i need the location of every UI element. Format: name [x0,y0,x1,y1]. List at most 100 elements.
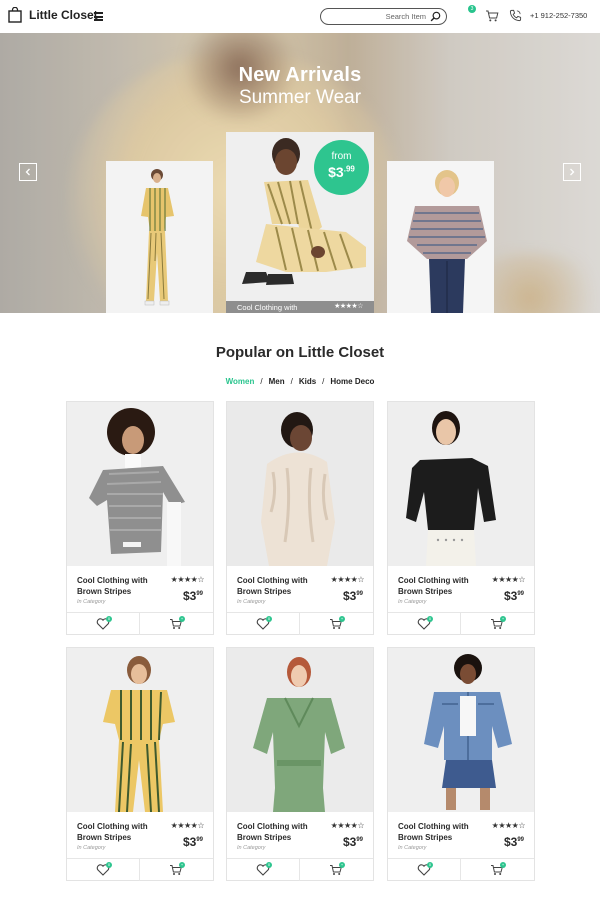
product-name[interactable]: Cool Clothing with Brown Stripes [237,575,317,597]
cart-badge: + [339,862,345,868]
product-photo [67,402,213,566]
price-value: $3.99 [314,164,369,180]
price-main: $3 [503,589,518,603]
product-photo [106,161,213,313]
hero-subtitle: Summer Wear [238,87,362,108]
search-box[interactable] [320,8,447,25]
add-to-wishlist-button[interactable]: 0 [388,613,461,635]
product-name[interactable]: Cool Clothing with Brown Stripes [77,575,157,597]
filter-men[interactable]: Men [269,377,285,386]
product-photo [388,648,534,812]
add-to-cart-button[interactable]: + [140,613,213,635]
product-name[interactable]: Cool Clothing with Brown Stripes [398,821,478,843]
filter-kids[interactable]: Kids [299,377,316,386]
cart-badge: + [179,862,185,868]
add-to-cart-button[interactable]: + [300,859,373,881]
chevron-left-icon [25,168,30,176]
wishlist-badge: 0 [106,862,112,868]
chevron-right-icon [570,168,575,176]
carousel-slide-right[interactable] [387,161,494,313]
product-card[interactable]: Cool Clothing with Brown Stripes In Cate… [387,647,535,881]
product-price: $399 [343,835,363,849]
price-main: $3 [182,835,197,849]
phone-icon[interactable] [509,9,522,22]
product-name[interactable]: Cool Clothing with Brown Stripes [398,575,478,597]
product-photo [387,161,494,313]
price-cents: 99 [356,591,363,597]
product-image[interactable] [227,402,373,566]
price-cents: 99 [196,591,203,597]
carousel-prev-button[interactable] [19,163,37,181]
price-main: $3 [182,589,197,603]
cart-count-badge: 3 [468,5,476,13]
search-icon[interactable] [430,11,441,22]
category-filter: Women / Men / Kids / Home Deco [0,377,600,386]
price-main: $3 [503,835,518,849]
wishlist-badge: 0 [266,862,272,868]
product-photo [67,648,213,812]
product-image[interactable] [67,402,213,566]
product-category: In Category [77,845,106,851]
add-to-wishlist-button[interactable]: 0 [388,859,461,881]
product-card[interactable]: Cool Clothing with Brown Stripes In Cate… [66,401,214,635]
filter-home-deco[interactable]: Home Deco [330,377,374,386]
product-card[interactable]: Cool Clothing with Brown Stripes In Cate… [387,401,535,635]
price-main: $3 [328,164,344,180]
product-price: $399 [183,835,203,849]
filter-separator: / [290,377,293,386]
product-price: $399 [343,589,363,603]
product-category: In Category [398,845,427,851]
logo[interactable]: Little Closet [8,7,98,23]
add-to-cart-button[interactable]: + [140,859,213,881]
card-actions: 0 + [388,858,534,881]
product-card[interactable]: Cool Clothing with Brown Stripes In Cate… [226,401,374,635]
product-card[interactable]: Cool Clothing with Brown Stripes In Cate… [66,647,214,881]
phone-number[interactable]: +1 912-252-7350 [530,11,587,20]
carousel-slide-left[interactable] [106,161,213,313]
cart-icon[interactable] [485,9,499,23]
price-badge: from $3.99 [314,140,369,195]
product-rating-stars: ★★★★☆ [330,821,365,830]
add-to-wishlist-button[interactable]: 0 [227,613,300,635]
add-to-wishlist-button[interactable]: 0 [67,613,140,635]
cart-badge: + [500,862,506,868]
product-price: $399 [504,589,524,603]
price-main: $3 [342,589,357,603]
product-rating-stars: ★★★★☆ [170,575,205,584]
product-photo [388,402,534,566]
add-to-wishlist-button[interactable]: 0 [67,859,140,881]
product-rating-stars: ★★★★☆ [491,575,526,584]
add-to-wishlist-button[interactable]: 0 [227,859,300,881]
shopping-bag-icon [8,7,22,23]
price-cents: 99 [517,837,524,843]
search-input[interactable] [331,10,426,23]
product-rating-stars: ★★★★☆ [330,575,365,584]
product-name[interactable]: Cool Clothing with Brown Stripes [77,821,157,843]
hero-title: New Arrivals [238,64,362,86]
hero-banner: New Arrivals Summer Wear from $3.99 Cool… [0,33,600,313]
section-title: Popular on Little Closet [215,344,385,361]
featured-caption: Cool Clothing with ★★★★☆ [226,301,374,313]
product-category: In Category [237,845,266,851]
price-cents: 99 [356,837,363,843]
product-rating-stars: ★★★★☆ [491,821,526,830]
menu-icon[interactable] [94,12,103,21]
featured-rating-stars: ★★★★☆ [334,303,363,310]
product-name[interactable]: Cool Clothing with Brown Stripes [237,821,317,843]
product-image[interactable] [388,648,534,812]
add-to-cart-button[interactable]: + [461,859,534,881]
filter-separator: / [322,377,325,386]
brand-name: Little Closet [29,8,98,22]
wishlist-badge: 0 [266,616,272,622]
featured-caption-text: Cool Clothing with [237,303,298,312]
filter-women[interactable]: Women [226,377,255,386]
card-actions: 0 + [67,858,213,881]
product-image[interactable] [388,402,534,566]
product-image[interactable] [67,648,213,812]
carousel-next-button[interactable] [563,163,581,181]
product-image[interactable] [227,648,373,812]
add-to-cart-button[interactable]: + [461,613,534,635]
product-card[interactable]: Cool Clothing with Brown Stripes In Cate… [226,647,374,881]
product-rating-stars: ★★★★☆ [170,821,205,830]
add-to-cart-button[interactable]: + [300,613,373,635]
